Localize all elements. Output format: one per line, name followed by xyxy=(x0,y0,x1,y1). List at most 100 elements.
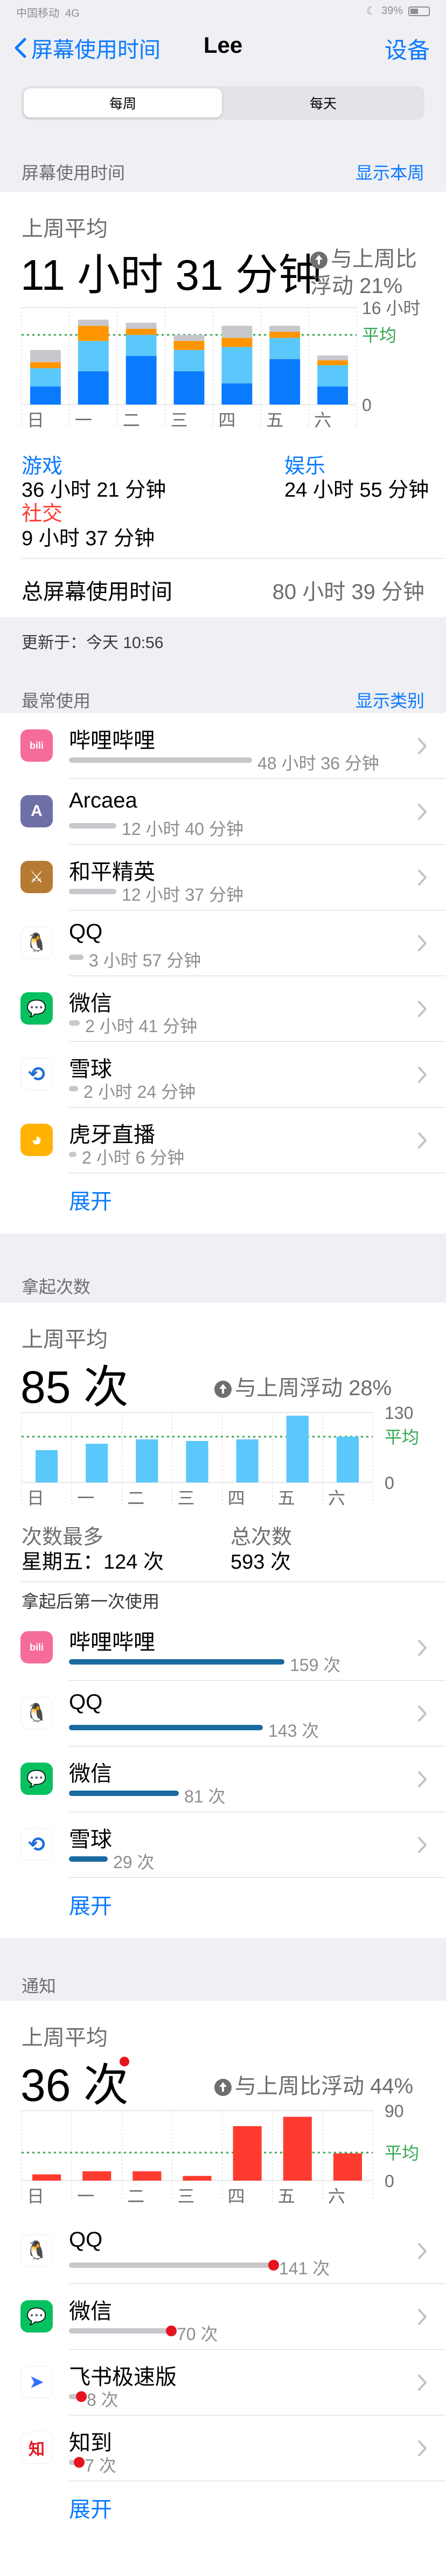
app-name: QQ xyxy=(69,2228,103,2252)
app-row[interactable]: 知知到 7 次 xyxy=(0,2415,446,2481)
updated-text: 更新于：今天 10:56 xyxy=(22,634,164,652)
bar-segment xyxy=(317,355,348,360)
total-pickups-value: 593 次 xyxy=(231,1551,291,1574)
arrow-up-icon xyxy=(214,1381,232,1398)
segment-weekly[interactable]: 每周 xyxy=(24,88,222,117)
notification-dot-icon xyxy=(268,2260,279,2271)
status-bar: 中国移动 4G ☾ 39% xyxy=(0,0,446,22)
game-icon: ⚔ xyxy=(20,861,53,893)
notification-dot-icon xyxy=(166,2326,177,2336)
x-tick-label: 三 xyxy=(177,1488,194,1508)
notification-dot-icon xyxy=(120,2057,129,2066)
x-tick-label: 五 xyxy=(278,2187,295,2206)
app-row[interactable]: bili 哔哩哔哩 48 小时 36 分钟 xyxy=(0,713,446,779)
chevron-right-icon xyxy=(418,1705,427,1722)
app-row[interactable]: 🐧 QQ 143 次 xyxy=(0,1681,446,1746)
qq-icon: 🐧 xyxy=(20,927,53,959)
app-row[interactable]: 🐧 QQ 3 小时 57 分钟 xyxy=(0,910,446,976)
bar xyxy=(286,1416,309,1482)
app-row[interactable]: 💬 微信 2 小时 41 分钟 xyxy=(0,976,446,1042)
bar-segment xyxy=(173,350,205,372)
arrow-up-icon xyxy=(310,252,327,269)
usage-value: 2 小时 24 分钟 xyxy=(83,1082,196,1102)
chevron-right-icon xyxy=(418,1640,427,1656)
app-row[interactable]: 💬 微信 81 次 xyxy=(0,1746,446,1812)
status-right: ☾ 39% xyxy=(366,4,430,18)
bar-segment xyxy=(317,365,348,387)
usage-bar xyxy=(69,1659,284,1665)
pickups-card: 上周平均 85 次 与上周浮动 28% 130 平均 0 日一二三四五六 次数最多 星… xyxy=(0,1303,446,1938)
bar-segment xyxy=(173,340,205,350)
app-row[interactable]: ➤ 飞书极速版 8 次 xyxy=(0,2350,446,2415)
y-max-label: 90 xyxy=(385,2101,404,2121)
bar xyxy=(36,1450,58,1482)
xueqiu-icon: ⟲ xyxy=(20,1828,53,1861)
app-row[interactable]: ⟲ 雪球 29 次 xyxy=(0,1812,446,1878)
bar-segment xyxy=(173,335,205,341)
app-row[interactable]: A Arcaea 12 小时 40 分钟 xyxy=(0,779,446,845)
x-tick-label: 六 xyxy=(328,1488,345,1508)
most-used-header: 最常使用 xyxy=(22,691,91,711)
navigation-bar: 屏幕使用时间 Lee 设备 xyxy=(0,22,446,65)
app-name: 微信 xyxy=(69,2300,112,2323)
usage-value: 143 次 xyxy=(268,1721,319,1740)
y-zero-label: 0 xyxy=(385,1473,394,1493)
expand-link[interactable]: 展开 xyxy=(69,1184,112,1215)
usage-value: 29 次 xyxy=(113,1853,155,1872)
app-row[interactable]: 💬 微信 70 次 xyxy=(0,2284,446,2350)
usage-bar xyxy=(69,1152,76,1157)
app-name: 哔哩哔哩 xyxy=(69,1631,155,1654)
devices-button[interactable]: 设备 xyxy=(385,32,430,65)
app-row[interactable]: 🐧 QQ 141 次 xyxy=(0,2218,446,2284)
bar xyxy=(283,2117,312,2181)
bar xyxy=(133,2171,162,2181)
expand-link[interactable]: 展开 xyxy=(69,1889,112,1920)
bar-segment xyxy=(126,335,157,356)
bar xyxy=(336,1437,359,1482)
app-name: 哔哩哔哩 xyxy=(69,729,155,753)
category-social-time: 9 小时 37 分钟 xyxy=(22,527,155,550)
xueqiu-icon: ⟲ xyxy=(20,1058,53,1090)
expand-link[interactable]: 展开 xyxy=(69,2492,112,2523)
y-zero-label: 0 xyxy=(385,2171,394,2191)
show-categories-link[interactable]: 显示类别 xyxy=(356,687,424,712)
y-max-label: 130 xyxy=(385,1403,413,1423)
notification-dot-icon xyxy=(74,2457,85,2468)
pickups-compare: 与上周浮动 28% xyxy=(214,1370,392,1402)
x-tick-label: 六 xyxy=(328,2187,345,2206)
bar xyxy=(186,1441,208,1482)
usage-value: 70 次 xyxy=(177,2324,218,2344)
x-tick-label: 五 xyxy=(266,410,283,430)
segment-daily[interactable]: 每天 xyxy=(224,88,422,117)
app-row[interactable]: ◕ 虎牙直播 2 小时 6 分钟 xyxy=(0,1108,446,1173)
bilibili-icon: bili xyxy=(20,729,53,762)
x-tick-label: 一 xyxy=(77,2187,94,2206)
app-name: 雪球 xyxy=(69,1828,112,1851)
notifications-chart: 90 平均 0 日 一 二 三 四 五 六 xyxy=(21,2101,419,2206)
screen-time-header: 屏幕使用时间 xyxy=(22,163,126,183)
x-tick-label: 日 xyxy=(27,2187,44,2206)
usage-bar xyxy=(69,1020,80,1026)
show-this-week-link[interactable]: 显示本周 xyxy=(356,159,424,184)
chevron-right-icon xyxy=(418,935,427,951)
bar-segment xyxy=(126,323,157,329)
app-row[interactable]: ⚔ 和平精英 12 小时 37 分钟 xyxy=(0,845,446,910)
divider xyxy=(69,1877,446,1878)
notification-dot-icon xyxy=(76,2391,87,2402)
app-row[interactable]: bili 哔哩哔哩 159 次 xyxy=(0,1615,446,1681)
page-title: Lee xyxy=(203,32,243,58)
y-zero-label: 0 xyxy=(362,395,372,415)
chevron-right-icon xyxy=(418,1837,427,1853)
x-tick-label: 二 xyxy=(127,1488,144,1508)
qq-icon: 🐧 xyxy=(20,1697,53,1729)
bar xyxy=(333,2153,362,2181)
bar xyxy=(136,1439,158,1482)
huya-icon: ◕ xyxy=(20,1124,53,1156)
arcaea-icon: A xyxy=(20,795,53,827)
x-tick-label: 三 xyxy=(177,2187,194,2206)
bilibili-icon: bili xyxy=(20,1631,53,1663)
bar-segment xyxy=(78,319,109,326)
app-row[interactable]: ⟲ 雪球 2 小时 24 分钟 xyxy=(0,1042,446,1108)
chevron-right-icon xyxy=(418,1132,427,1148)
chevron-right-icon xyxy=(418,869,427,886)
